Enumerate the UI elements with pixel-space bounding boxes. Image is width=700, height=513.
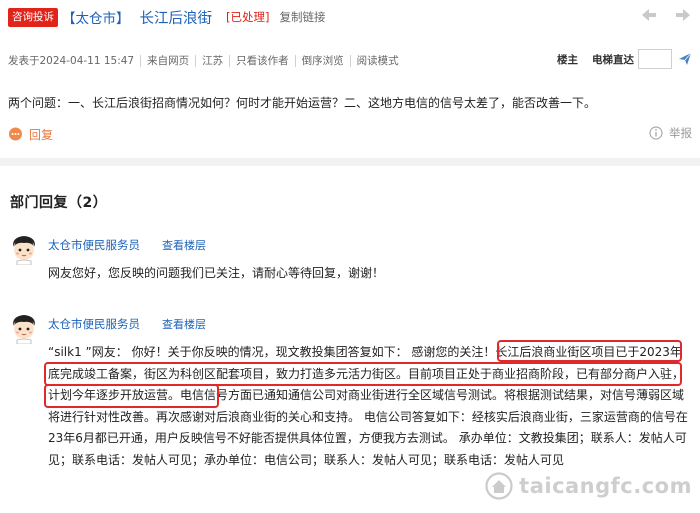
info-circle-icon	[649, 126, 663, 140]
post-meta: 发表于2024-04-11 15:47 来自网页 江苏 只看该作者 倒序浏览 阅…	[8, 49, 698, 70]
floor-owner-label[interactable]: 楼主	[557, 52, 578, 67]
author-only-link[interactable]: 只看该作者	[229, 55, 295, 67]
paper-plane-icon[interactable]	[678, 52, 692, 66]
replier-name[interactable]: 太仓市便民服务员	[48, 316, 140, 332]
highlight-box	[44, 384, 219, 408]
reply-button[interactable]: 回复	[29, 126, 53, 143]
reply-header: 太仓市便民服务员 查看楼层	[48, 316, 206, 332]
report-label: 举报	[669, 126, 692, 140]
arrow-right-icon[interactable]	[674, 6, 692, 24]
replier-name[interactable]: 太仓市便民服务员	[48, 237, 140, 253]
thread-title-row: 咨询投诉 【太仓市】 长江后浪街 [已处理] 复制链接	[8, 6, 692, 28]
chat-bubble-icon[interactable]	[8, 127, 23, 142]
consult-tag: 咨询投诉	[8, 7, 58, 27]
status-tag: [已处理]	[226, 10, 270, 24]
elevator-label: 电梯直达	[592, 53, 634, 66]
highlight-box	[44, 362, 682, 386]
cartoon-avatar-icon	[12, 315, 36, 344]
watermark-text: taicangfc.com	[519, 474, 692, 498]
site-watermark: taicangfc.com	[485, 472, 692, 500]
department-replies-title: 部门回复（2）	[10, 195, 108, 211]
cartoon-avatar-icon	[12, 236, 36, 265]
report-button[interactable]: 举报	[649, 125, 692, 141]
post-region: 江苏	[195, 55, 229, 67]
post-source: 来自网页	[140, 55, 195, 67]
house-logo-icon	[485, 472, 513, 500]
view-floor-link[interactable]: 查看楼层	[162, 316, 206, 332]
highlight-box	[497, 340, 682, 362]
floor-jump: 楼主 电梯直达	[557, 49, 692, 69]
reply-text: 网友您好，您反映的问题我们已关注，请耐心等待回复，谢谢！	[48, 266, 385, 280]
view-floor-link[interactable]: 查看楼层	[162, 237, 206, 253]
post-time: 发表于2024-04-11 15:47	[8, 55, 135, 67]
reading-mode-link[interactable]: 阅读模式	[349, 55, 405, 67]
thread-nav	[640, 6, 692, 24]
city-tag[interactable]: 【太仓市】	[62, 7, 130, 27]
thread-title: 长江后浪街	[139, 10, 213, 27]
question-text: 两个问题：一、长江后浪街招商情况如何？何时才能开始运营？二、这地方电信的信号太差…	[8, 96, 597, 110]
section-divider	[0, 158, 700, 166]
floor-number-input[interactable]	[638, 49, 672, 69]
arrow-left-icon[interactable]	[640, 6, 658, 24]
reply-header: 太仓市便民服务员 查看楼层	[48, 237, 206, 253]
reverse-order-link[interactable]: 倒序浏览	[294, 55, 350, 67]
post-actions: 回复 举报	[8, 124, 692, 144]
copy-link-button[interactable]: 复制链接	[279, 9, 325, 25]
department-reply: 太仓市便民服务员 查看楼层 网友您好，您反映的问题我们已关注，请耐心等待回复，谢…	[8, 233, 696, 293]
